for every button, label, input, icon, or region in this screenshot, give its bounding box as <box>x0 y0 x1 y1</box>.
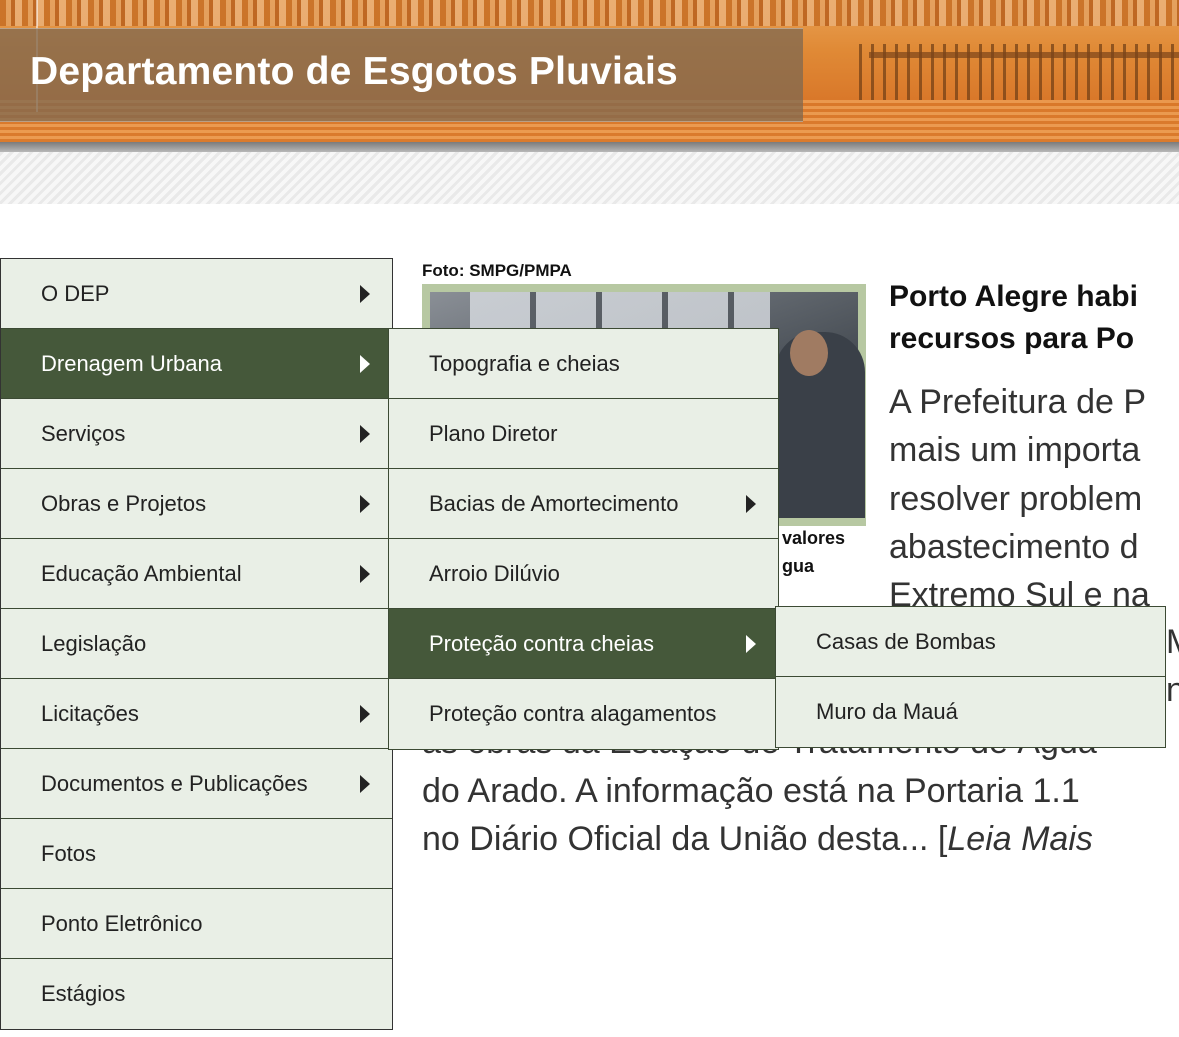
menu-item-label: Fotos <box>41 840 97 866</box>
banner-pier-rail <box>869 52 1179 58</box>
news-body-line: resolver problem <box>889 480 1143 518</box>
menu-item-fotos[interactable]: Fotos <box>1 819 392 889</box>
news-title-line: recursos para Po <box>889 322 1135 355</box>
news-body-line: A Prefeitura de P <box>889 383 1147 421</box>
menu-item-label: Ponto Eletrônico <box>41 910 203 936</box>
menu-item-label: Legislação <box>41 630 147 656</box>
header-hatch-strip <box>0 152 1179 204</box>
news-body-line: mais um importa <box>889 431 1141 469</box>
menu-item-label: Proteção contra alagamentos <box>429 701 717 726</box>
news-body-text: no Diário Oficial da União desta... [ <box>422 820 948 858</box>
menu-item-o-dep[interactable]: O DEP <box>1 259 392 329</box>
menu-item-label: Topografia e cheias <box>429 350 620 376</box>
triangle-right-icon <box>360 424 370 443</box>
submenu-item-casas-de-bombas[interactable]: Casas de Bombas <box>776 607 1165 677</box>
news-title[interactable]: Porto Alegre habi recursos para Po <box>889 276 1179 360</box>
news-body-line: n <box>1166 671 1179 709</box>
submenu-item-muro-da-maua[interactable]: Muro da Mauá <box>776 677 1165 747</box>
menu-item-label: O DEP <box>41 280 110 306</box>
menu-item-label: Casas de Bombas <box>816 628 996 654</box>
triangle-right-icon <box>360 494 370 513</box>
menu-item-label: Proteção contra cheias <box>429 630 655 656</box>
menu-item-drenagem-urbana[interactable]: Drenagem Urbana <box>1 329 392 399</box>
menu-item-label: Obras e Projetos <box>41 490 207 516</box>
news-body-line: do Arado. A informação está na Portaria … <box>422 772 1080 810</box>
submenu-item-topografia-e-cheias[interactable]: Topografia e cheias <box>389 329 778 399</box>
triangle-right-icon <box>360 704 370 723</box>
menu-item-documentos-e-publicacoes[interactable]: Documentos e Publicações <box>1 749 392 819</box>
news-body-line: abastecimento d <box>889 528 1139 566</box>
triangle-right-icon <box>360 284 370 303</box>
menu-item-label: Estágios <box>41 981 126 1006</box>
menu-item-label: Licitações <box>41 700 139 726</box>
menu-item-educacao-ambiental[interactable]: Educação Ambiental <box>1 539 392 609</box>
news-title-line: Porto Alegre habi <box>889 280 1138 313</box>
photo-text-line: valores <box>782 528 846 548</box>
submenu-item-bacias-de-amortecimento[interactable]: Bacias de Amortecimento <box>389 469 778 539</box>
triangle-right-icon <box>360 774 370 793</box>
main-menu: O DEP Drenagem Urbana Serviços Obras e P… <box>0 258 393 1030</box>
menu-item-legislacao[interactable]: Legislação <box>1 609 392 679</box>
header-banner: Departamento de Esgotos Pluviais <box>0 0 1179 142</box>
read-more-link[interactable]: Leia Mais <box>947 820 1093 858</box>
menu-item-servicos[interactable]: Serviços <box>1 399 392 469</box>
menu-item-label: Serviços <box>41 420 126 446</box>
news-body-line: Mi <box>1166 622 1179 662</box>
menu-item-label: Educação Ambiental <box>41 560 242 586</box>
menu-item-estagios[interactable]: Estágios <box>1 959 392 1029</box>
submenu-item-protecao-contra-alagamentos[interactable]: Proteção contra alagamentos <box>389 679 778 749</box>
menu-item-label: Documentos e Publicações <box>41 770 308 796</box>
triangle-right-icon <box>360 564 370 583</box>
triangle-right-icon <box>746 494 756 513</box>
menu-item-label: Muro da Mauá <box>816 699 958 724</box>
submenu-item-plano-diretor[interactable]: Plano Diretor <box>389 399 778 469</box>
menu-item-label: Bacias de Amortecimento <box>429 490 679 516</box>
menu-item-obras-e-projetos[interactable]: Obras e Projetos <box>1 469 392 539</box>
photo-caption: Foto: SMPG/PMPA <box>422 261 572 280</box>
triangle-right-icon <box>746 634 756 653</box>
menu-item-label: Drenagem Urbana <box>41 350 222 376</box>
protecao-cheias-submenu: Casas de Bombas Muro da Mauá <box>775 606 1166 748</box>
photo-person-head <box>790 330 828 376</box>
menu-item-licitacoes[interactable]: Licitações <box>1 679 392 749</box>
menu-item-label: Plano Diretor <box>429 420 558 446</box>
submenu-item-protecao-contra-cheias[interactable]: Proteção contra cheias <box>389 609 778 679</box>
photo-text-line: gua <box>782 556 815 576</box>
header-divider <box>0 142 1179 152</box>
banner-skyline-image <box>0 0 1179 26</box>
submenu-item-arroio-diluvio[interactable]: Arroio Dilúvio <box>389 539 778 609</box>
menu-item-ponto-eletronico[interactable]: Ponto Eletrônico <box>1 889 392 959</box>
menu-item-label: Arroio Dilúvio <box>429 560 560 586</box>
news-body-line: no Diário Oficial da União desta... [Lei… <box>422 819 1179 859</box>
drenagem-submenu: Topografia e cheias Plano Diretor Bacias… <box>388 328 779 750</box>
triangle-right-icon <box>360 354 370 373</box>
site-title[interactable]: Departamento de Esgotos Pluviais <box>30 50 678 94</box>
